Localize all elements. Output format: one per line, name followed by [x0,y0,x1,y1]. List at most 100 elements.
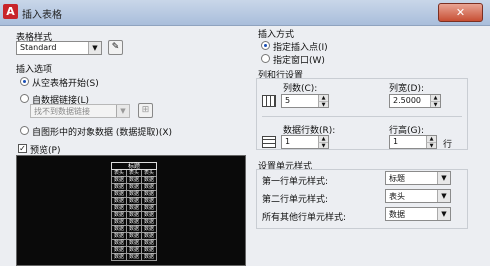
preview-cell: 数据 [112,219,127,225]
insert-options-label: 插入选项 [16,65,53,75]
preview-table: 标题 表头 表头 表头 数据 数据 数据 数据 数据 数据 数据 数据 数据 数据 数据 数据 数据 数据 数据 数据… [111,162,157,261]
preview-cell: 数据 [127,240,142,246]
preview-cell: 数据 [127,177,142,183]
preview-cell: 数据 [143,240,154,246]
preview-data-row: 数据 数据 数据 [111,184,157,191]
preview-cell: 数据 [127,191,142,197]
first-row-style-label: 第一行单元样式: [262,177,329,187]
preview-data-row: 数据 数据 数据 [111,191,157,198]
autocad-app-icon: A [3,4,18,19]
specify-window-label: 指定窗口(W) [273,56,325,66]
data-rows-spinner[interactable]: 1 ▲ ▼ [281,135,329,149]
preview-cell: 数据 [143,226,154,232]
preview-cell: 数据 [143,212,154,218]
spin-down-icon[interactable]: ▼ [426,142,436,149]
chevron-down-icon: ▼ [116,105,129,117]
preview-data-row: 数据 数据 数据 [111,198,157,205]
preview-cell: 数据 [127,184,142,190]
spin-down-icon[interactable]: ▼ [318,101,328,108]
data-extract-label: 自图形中的对象数据 (数据提取)(X) [32,128,173,138]
preview-data-row: 数据 数据 数据 [111,219,157,226]
preview-cell: 数据 [143,233,154,239]
preview-cell: 数据 [112,205,127,211]
spin-down-icon[interactable]: ▼ [430,101,440,108]
chevron-down-icon: ▼ [437,190,450,202]
specify-insertion-point-label: 指定插入点(I) [273,43,328,53]
row-height-unit: 行 [443,140,453,150]
preview-cell: 表头 [143,170,154,176]
chevron-down-icon: ▼ [88,42,101,54]
other-rows-style-select[interactable]: 数据 ▼ [385,207,451,221]
preview-cell: 数据 [143,177,154,183]
specify-window-radio[interactable] [261,54,270,63]
preview-cell: 数据 [143,205,154,211]
start-empty-radio[interactable] [20,77,29,86]
column-width-spinner[interactable]: 2.5000 ▲ ▼ [389,94,441,108]
data-link-manager-icon[interactable]: ⊞ [138,103,153,118]
dialog-title: 插入表格 [22,10,62,21]
chevron-down-icon: ▼ [437,172,450,184]
rows-icon [262,136,276,148]
preview-cell: 数据 [112,191,127,197]
preview-cell: 数据 [127,226,142,232]
other-rows-style-value: 数据 [389,210,405,219]
from-data-link-radio[interactable] [20,94,29,103]
preview-cell: 数据 [127,198,142,204]
preview-cell: 数据 [112,184,127,190]
preview-data-row: 数据 数据 数据 [111,226,157,233]
table-preview: 标题 表头 表头 表头 数据 数据 数据 数据 数据 数据 数据 数据 数据 数据 数据 数据 数据 数据 数据 数据… [16,155,246,266]
table-style-value: Standard [20,43,57,52]
preview-data-row: 数据 数据 数据 [111,212,157,219]
column-width-value: 2.5000 [393,96,421,105]
preview-cell: 数据 [127,254,142,260]
preview-data-row: 数据 数据 数据 [111,240,157,247]
table-style-select[interactable]: Standard ▼ [16,41,102,55]
specify-insertion-point-radio[interactable] [261,41,270,50]
preview-cell: 数据 [112,247,127,253]
column-width-label: 列宽(D): [389,84,424,94]
second-row-style-value: 表头 [389,192,405,201]
preview-cell: 数据 [112,254,127,260]
preview-data-row: 数据 数据 数据 [111,247,157,254]
insert-method-label: 插入方式 [258,30,295,40]
other-rows-style-label: 所有其他行单元样式: [262,213,347,223]
preview-cell: 数据 [143,247,154,253]
columns-icon [262,95,276,107]
spin-down-icon[interactable]: ▼ [318,142,328,149]
preview-cell: 数据 [112,198,127,204]
chevron-down-icon: ▼ [437,208,450,220]
preview-cell: 数据 [112,240,127,246]
preview-data-row: 数据 数据 数据 [111,254,157,261]
columns-spinner[interactable]: 5 ▲ ▼ [281,94,329,108]
second-row-style-select[interactable]: 表头 ▼ [385,189,451,203]
second-row-style-label: 第二行单元样式: [262,195,329,205]
columns-label: 列数(C): [283,84,318,94]
preview-cell: 表头 [112,170,127,176]
preview-cell: 数据 [112,177,127,183]
first-row-style-select[interactable]: 标题 ▼ [385,171,451,185]
preview-cell: 数据 [143,219,154,225]
preview-cell: 数据 [112,212,127,218]
row-height-value: 1 [393,137,399,146]
preview-title-cell: 标题 [111,162,157,170]
preview-cell: 数据 [143,191,154,197]
start-empty-label: 从空表格开始(S) [32,79,99,89]
preview-cell: 数据 [143,184,154,190]
data-link-select[interactable]: 找不到数据链接 ▼ [30,104,130,118]
preview-cell: 数据 [143,254,154,260]
divider [262,116,462,117]
first-row-style-value: 标题 [389,174,405,183]
preview-checkbox[interactable]: ✓ [18,144,27,153]
row-height-spinner[interactable]: 1 ▲ ▼ [389,135,437,149]
data-extract-radio[interactable] [20,126,29,135]
insert-table-dialog: A 插入表格 ✕ 表格样式 Standard ▼ ✎ 插入选项 从空表格开始(S… [0,0,490,266]
close-button[interactable]: ✕ [438,3,483,22]
preview-header-row: 表头 表头 表头 [111,170,157,177]
preview-data-row: 数据 数据 数据 [111,205,157,212]
preview-cell: 数据 [112,226,127,232]
preview-cell: 数据 [127,212,142,218]
columns-value: 5 [285,96,291,105]
table-style-dialog-icon[interactable]: ✎ [108,40,123,55]
preview-cell: 数据 [127,219,142,225]
data-rows-value: 1 [285,137,291,146]
